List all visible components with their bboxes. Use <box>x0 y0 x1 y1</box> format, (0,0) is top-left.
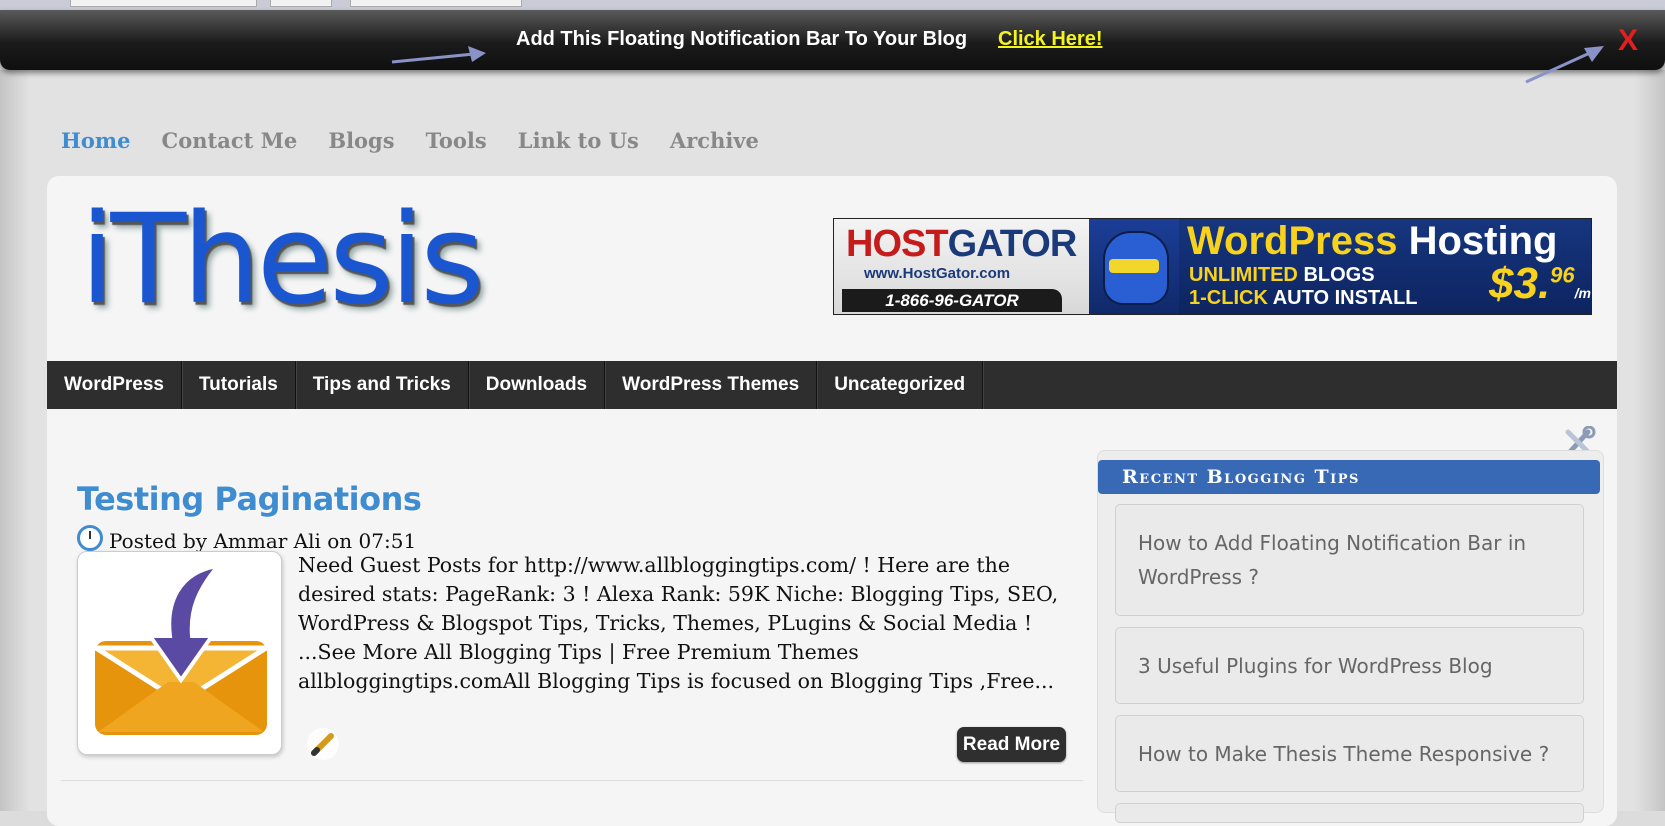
hostgator-banner-ad[interactable]: HOSTGATOR www.HostGator.com 1-866-96-GAT… <box>833 218 1592 315</box>
banner-price: $3.96/mo <box>1489 259 1591 309</box>
post-on-label: on <box>327 529 353 553</box>
browser-tab[interactable] <box>350 0 522 7</box>
recent-post-item[interactable]: How to Add Floating Notification Bar in … <box>1115 504 1584 616</box>
notification-close-button[interactable]: X <box>1618 24 1638 58</box>
post-divider <box>61 780 1083 781</box>
gator-teeth <box>1109 259 1159 273</box>
category-navigation: WordPress Tutorials Tips and Tricks Down… <box>47 361 1617 409</box>
nav-blogs[interactable]: Blogs <box>328 128 394 153</box>
nav-archive[interactable]: Archive <box>670 128 759 153</box>
recent-post-item[interactable] <box>1115 803 1584 823</box>
notification-link[interactable]: Click Here! <box>998 28 1103 51</box>
banner-headline-white: Hosting <box>1408 219 1558 263</box>
recent-post-title: 3 Useful Plugins for WordPress Blog <box>1138 653 1493 678</box>
banner-brand: HOSTGATOR <box>846 223 1078 266</box>
banner-unlimited: UNLIMITED BLOGS <box>1189 264 1375 287</box>
arrow-icon <box>391 46 486 64</box>
category-wordpress-themes[interactable]: WordPress Themes <box>605 361 818 409</box>
post-thumbnail[interactable] <box>77 551 282 755</box>
post-author-link[interactable]: Ammar Ali <box>213 529 320 553</box>
browser-tab[interactable] <box>270 0 332 7</box>
banner-phone: 1-866-96-GATOR <box>842 289 1062 312</box>
banner-unlimited-yellow: UNLIMITED <box>1189 264 1298 286</box>
posted-by-label: Posted by <box>109 529 208 553</box>
post-title[interactable]: Testing Paginations <box>77 480 422 518</box>
banner-brand-panel: HOSTGATOR www.HostGator.com 1-866-96-GAT… <box>834 219 1089 314</box>
gator-mascot-icon <box>1089 219 1179 314</box>
banner-headline-yellow: WordPress <box>1187 219 1398 263</box>
recent-post-title: How to Add Floating Notification Bar in … <box>1138 531 1527 589</box>
mail-download-icon <box>87 563 275 741</box>
nav-tools[interactable]: Tools <box>426 128 487 153</box>
recent-post-item[interactable]: 3 Useful Plugins for WordPress Blog <box>1115 627 1584 704</box>
floating-notification-bar: Add This Floating Notification Bar To Yo… <box>0 10 1665 70</box>
widget-title: Recent Blogging Tips <box>1098 460 1600 494</box>
recent-post-title: How to Make Thesis Theme Responsive ? <box>1138 741 1550 766</box>
banner-price-unit: /mo <box>1574 285 1591 301</box>
nav-home[interactable]: Home <box>61 128 130 153</box>
banner-headline: WordPress Hosting <box>1187 219 1557 264</box>
banner-brand-red: HOST <box>846 223 949 265</box>
category-uncategorized[interactable]: Uncategorized <box>817 361 984 409</box>
post-excerpt: Need Guest Posts for http://www.allblogg… <box>298 553 1059 693</box>
category-downloads[interactable]: Downloads <box>469 361 606 409</box>
banner-price-main: $3. <box>1489 259 1551 308</box>
category-tutorials[interactable]: Tutorials <box>182 361 296 409</box>
recent-post-item[interactable]: How to Make Thesis Theme Responsive ? <box>1115 715 1584 792</box>
post-time: 07:51 <box>358 529 417 553</box>
site-logo[interactable]: iThesis <box>80 198 485 322</box>
read-more-button[interactable]: Read More <box>957 727 1066 762</box>
post-meta: Posted by Ammar Ali on 07:51 <box>77 525 416 553</box>
banner-offer-panel: WordPress Hosting UNLIMITED BLOGS 1-CLIC… <box>1179 219 1591 314</box>
notification-text: Add This Floating Notification Bar To Yo… <box>516 28 968 50</box>
nav-link-to-us[interactable]: Link to Us <box>518 128 639 153</box>
browser-tab[interactable] <box>70 0 257 7</box>
banner-click-white: AUTO INSTALL <box>1272 287 1418 309</box>
banner-oneclick: 1-CLICK AUTO INSTALL <box>1189 287 1418 310</box>
clock-icon <box>77 525 103 551</box>
category-tips-and-tricks[interactable]: Tips and Tricks <box>296 361 469 409</box>
banner-unlimited-white: BLOGS <box>1303 264 1375 286</box>
nav-contact-me[interactable]: Contact Me <box>162 128 298 153</box>
category-wordpress[interactable]: WordPress <box>47 361 182 409</box>
banner-brand-blue: GATOR <box>947 223 1078 265</box>
pencil-icon[interactable] <box>305 726 341 762</box>
arrow-icon <box>1525 46 1604 84</box>
banner-click-yellow: 1-CLICK <box>1189 287 1268 309</box>
banner-price-cents: 96 <box>1550 262 1575 288</box>
banner-url: www.HostGator.com <box>864 265 1011 282</box>
top-navigation: Home Contact Me Blogs Tools Link to Us A… <box>61 128 785 153</box>
